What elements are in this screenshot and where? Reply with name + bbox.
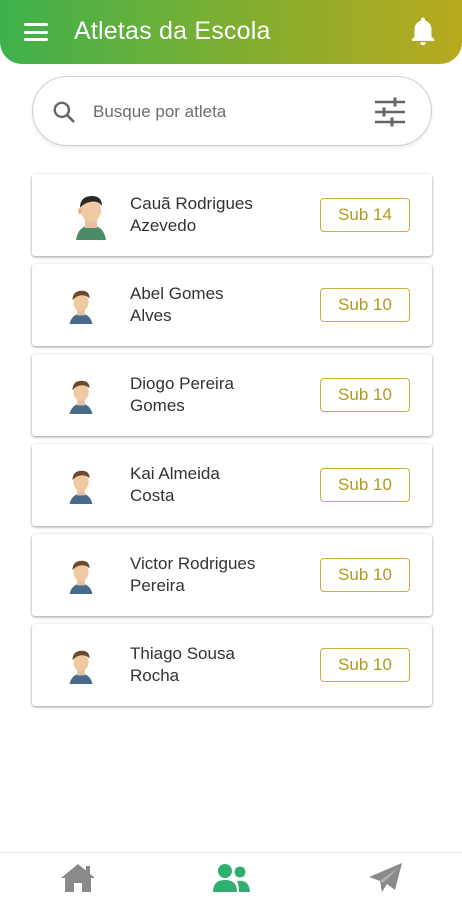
search-bar	[32, 76, 432, 146]
athlete-card[interactable]: Diogo Pereira Gomes Sub 10	[32, 354, 432, 436]
bottom-navigation	[0, 852, 462, 900]
category-badge: Sub 10	[320, 288, 410, 322]
category-badge: Sub 10	[320, 648, 410, 682]
athlete-name: Diogo Pereira Gomes	[130, 374, 234, 415]
search-input[interactable]	[93, 97, 363, 127]
users-icon[interactable]	[211, 861, 251, 895]
athlete-avatar	[69, 650, 93, 684]
athlete-list: Cauã Rodrigues Azevedo Sub 14 Abel Gomes…	[32, 174, 432, 714]
category-badge: Sub 14	[320, 198, 410, 232]
athlete-card[interactable]: Thiago Sousa Rocha Sub 10	[32, 624, 432, 706]
menu-icon[interactable]	[22, 20, 50, 44]
athlete-avatar	[76, 196, 106, 240]
athlete-avatar	[69, 290, 93, 324]
athlete-name: Abel Gomes Alves	[130, 284, 224, 325]
athlete-avatar	[69, 560, 93, 594]
app-header: Atletas da Escola	[0, 0, 462, 64]
athlete-card[interactable]: Kai Almeida Costa Sub 10	[32, 444, 432, 526]
filter-sliders-icon[interactable]	[373, 97, 407, 127]
athlete-name: Cauã Rodrigues Azevedo	[130, 194, 253, 235]
athlete-avatar	[69, 470, 93, 504]
athlete-name: Thiago Sousa Rocha	[130, 644, 235, 685]
category-badge: Sub 10	[320, 378, 410, 412]
category-badge: Sub 10	[320, 468, 410, 502]
athlete-name: Kai Almeida Costa	[130, 464, 220, 505]
category-badge: Sub 10	[320, 558, 410, 592]
athlete-card[interactable]: Cauã Rodrigues Azevedo Sub 14	[32, 174, 432, 256]
athlete-card[interactable]: Victor Rodrigues Pereira Sub 10	[32, 534, 432, 616]
athlete-name: Victor Rodrigues Pereira	[130, 554, 256, 595]
search-icon	[53, 101, 75, 123]
home-icon[interactable]	[58, 861, 98, 895]
app-screen: Atletas da Escola Busque por atleta Cauã…	[0, 0, 462, 900]
athlete-avatar	[69, 380, 93, 414]
athlete-card[interactable]: Abel Gomes Alves Sub 10	[32, 264, 432, 346]
bell-icon[interactable]	[406, 14, 440, 48]
send-icon[interactable]	[366, 861, 406, 895]
page-title: Atletas da Escola	[74, 17, 271, 45]
